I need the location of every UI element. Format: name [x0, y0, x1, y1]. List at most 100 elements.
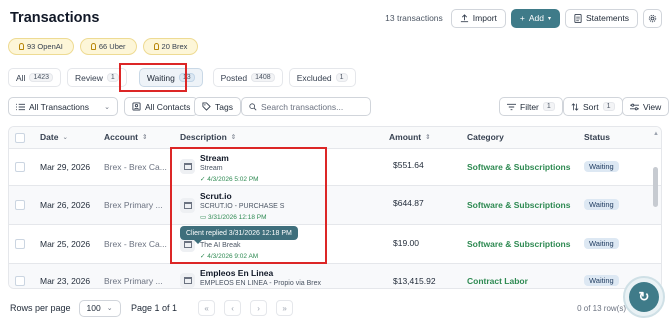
- column-date[interactable]: Date ⌄: [40, 132, 68, 142]
- column-label: Date: [40, 132, 59, 142]
- row-amount: $13,415.92: [393, 276, 436, 286]
- add-button[interactable]: + Add ▾: [510, 8, 560, 28]
- sort-icon: ⇕: [230, 134, 237, 141]
- tags-label: Tags: [215, 101, 233, 112]
- row-account: Brex Primary ...: [104, 276, 163, 286]
- table-row[interactable]: Mar 26, 2026 Brex Primary ... Scrut.io S…: [9, 186, 661, 225]
- next-page-button[interactable]: ›: [250, 300, 268, 316]
- column-label: Description: [180, 132, 227, 142]
- chip-brex[interactable]: 20 Brex: [142, 38, 199, 55]
- row-category[interactable]: Software & Subscriptions: [467, 200, 570, 210]
- assistant-button[interactable]: ↻: [623, 276, 665, 318]
- all-contacts-label: All Contacts: [145, 101, 191, 112]
- tab-excluded[interactable]: Excluded 1: [288, 68, 356, 87]
- tab-label: Posted: [220, 72, 248, 83]
- row-checkbox[interactable]: [15, 239, 25, 249]
- filter-icon: [507, 103, 516, 110]
- tab-count: 13: [178, 73, 195, 82]
- page-header: Transactions 13 transactions Import + Ad…: [10, 6, 662, 30]
- rows-per-page-select[interactable]: 100 ⌄: [78, 299, 121, 317]
- row-description-sub: EMPLEOS EN LINEA - Propio via Brex: [200, 280, 321, 287]
- select-all-checkbox[interactable]: [15, 133, 25, 143]
- search-box[interactable]: [241, 97, 371, 116]
- first-page-button[interactable]: «: [198, 300, 216, 316]
- column-label: Amount: [389, 132, 422, 142]
- chip-openai[interactable]: 93 OpenAI: [8, 38, 74, 55]
- search-input[interactable]: [261, 101, 361, 112]
- tab-review[interactable]: Review 1: [67, 68, 127, 87]
- row-amount: $19.00: [393, 238, 419, 248]
- tab-count: 1: [335, 73, 348, 82]
- column-description[interactable]: Description ⇕: [180, 132, 236, 142]
- last-page-button[interactable]: »: [276, 300, 294, 316]
- bank-icon: [180, 273, 195, 288]
- row-meta-text: 4/3/2026 9:02 AM: [207, 253, 259, 260]
- assistant-logo-icon: ↻: [629, 282, 659, 312]
- row-date: Mar 26, 2026: [40, 200, 91, 210]
- bulb-icon: [153, 43, 159, 50]
- scroll-up-arrow[interactable]: ▲: [653, 131, 659, 137]
- prev-page-button[interactable]: ‹: [224, 300, 242, 316]
- row-category[interactable]: Software & Subscriptions: [467, 239, 570, 249]
- row-description-name: Empleos En Linea: [200, 268, 274, 278]
- row-checkbox[interactable]: [15, 162, 25, 172]
- import-button[interactable]: Import: [450, 8, 506, 28]
- bulb-icon: [19, 43, 24, 50]
- row-checkbox[interactable]: [15, 276, 25, 286]
- double-chevron-left-icon: «: [204, 303, 209, 313]
- row-checkbox[interactable]: [15, 200, 25, 210]
- view-label: View: [643, 101, 662, 112]
- filter-label: Filter: [520, 101, 539, 112]
- table-row[interactable]: Mar 23, 2026 Brex Primary ... Empleos En…: [9, 264, 661, 288]
- filter-button[interactable]: Filter 1: [499, 97, 563, 116]
- column-account[interactable]: Account ⇕: [104, 132, 147, 142]
- sort-label: Sort: [583, 101, 599, 112]
- table-row[interactable]: Mar 25, 2026 Brex - Brex Ca... The AI Br…: [9, 225, 661, 264]
- tag-icon: [202, 102, 211, 111]
- row-status: Waiting: [584, 161, 619, 172]
- row-description-meta: ✓ 4/3/2026 5:02 PM: [200, 175, 259, 183]
- row-description-sub: SCRUT.IO - PURCHASE S: [200, 203, 285, 210]
- status-badge: Waiting: [584, 199, 619, 210]
- chip-uber[interactable]: 66 Uber: [79, 38, 137, 55]
- statements-button[interactable]: Statements: [565, 8, 638, 28]
- table-footer: Rows per page 100 ⌄ Page 1 of 1 « ‹ › » …: [10, 298, 662, 318]
- row-category[interactable]: Contract Labor: [467, 276, 528, 286]
- row-amount: $644.87: [393, 198, 424, 208]
- tab-waiting[interactable]: Waiting 13: [138, 68, 203, 87]
- tab-label: All: [16, 72, 26, 83]
- table-row[interactable]: Mar 29, 2026 Brex - Brex Ca... Stream St…: [9, 149, 661, 186]
- table-scrollbar[interactable]: [653, 167, 658, 207]
- row-date: Mar 25, 2026: [40, 239, 91, 249]
- table-header: Date ⌄ Account ⇕ Description ⇕ Amount ⇕ Cate…: [9, 127, 661, 149]
- bulb-icon: [90, 43, 96, 50]
- page-info: Page 1 of 1: [131, 303, 178, 313]
- comment-icon: ▭: [200, 214, 208, 221]
- view-button[interactable]: View: [622, 97, 670, 116]
- row-description-meta: ✓ 4/3/2026 9:02 AM: [200, 252, 258, 260]
- sort-icon: ⇕: [142, 134, 148, 141]
- document-icon: [574, 13, 582, 23]
- tab-label: Review: [75, 72, 103, 83]
- vendor-chips: 93 OpenAI 66 Uber 20 Brex: [8, 38, 199, 55]
- contacts-icon: [132, 102, 141, 111]
- all-contacts-button[interactable]: All Contacts: [124, 97, 199, 116]
- status-tabs: All 1423 Review 1 Waiting 13 Posted 1408 Exc…: [8, 68, 356, 87]
- sort-button[interactable]: Sort 1: [563, 97, 623, 116]
- upload-icon: [460, 13, 468, 22]
- tab-all[interactable]: All 1423: [8, 68, 62, 87]
- all-transactions-select[interactable]: All Transactions ⌄: [8, 97, 118, 116]
- tab-posted[interactable]: Posted 1408: [212, 68, 283, 87]
- tags-button[interactable]: Tags: [194, 97, 241, 116]
- settings-button[interactable]: [643, 8, 662, 28]
- row-date: Mar 29, 2026: [40, 162, 91, 172]
- search-icon: [249, 102, 257, 110]
- transactions-table: Date ⌄ Account ⇕ Description ⇕ Amount ⇕ Cate…: [8, 126, 662, 289]
- chevron-down-icon: ⌄: [62, 134, 68, 141]
- row-category[interactable]: Software & Subscriptions: [467, 162, 570, 172]
- row-account: Brex Primary ...: [104, 200, 163, 210]
- column-amount[interactable]: Amount ⇕: [389, 132, 431, 142]
- chip-label: 93 OpenAI: [27, 42, 63, 51]
- add-label: Add: [528, 13, 544, 23]
- tab-count: 1: [106, 73, 119, 82]
